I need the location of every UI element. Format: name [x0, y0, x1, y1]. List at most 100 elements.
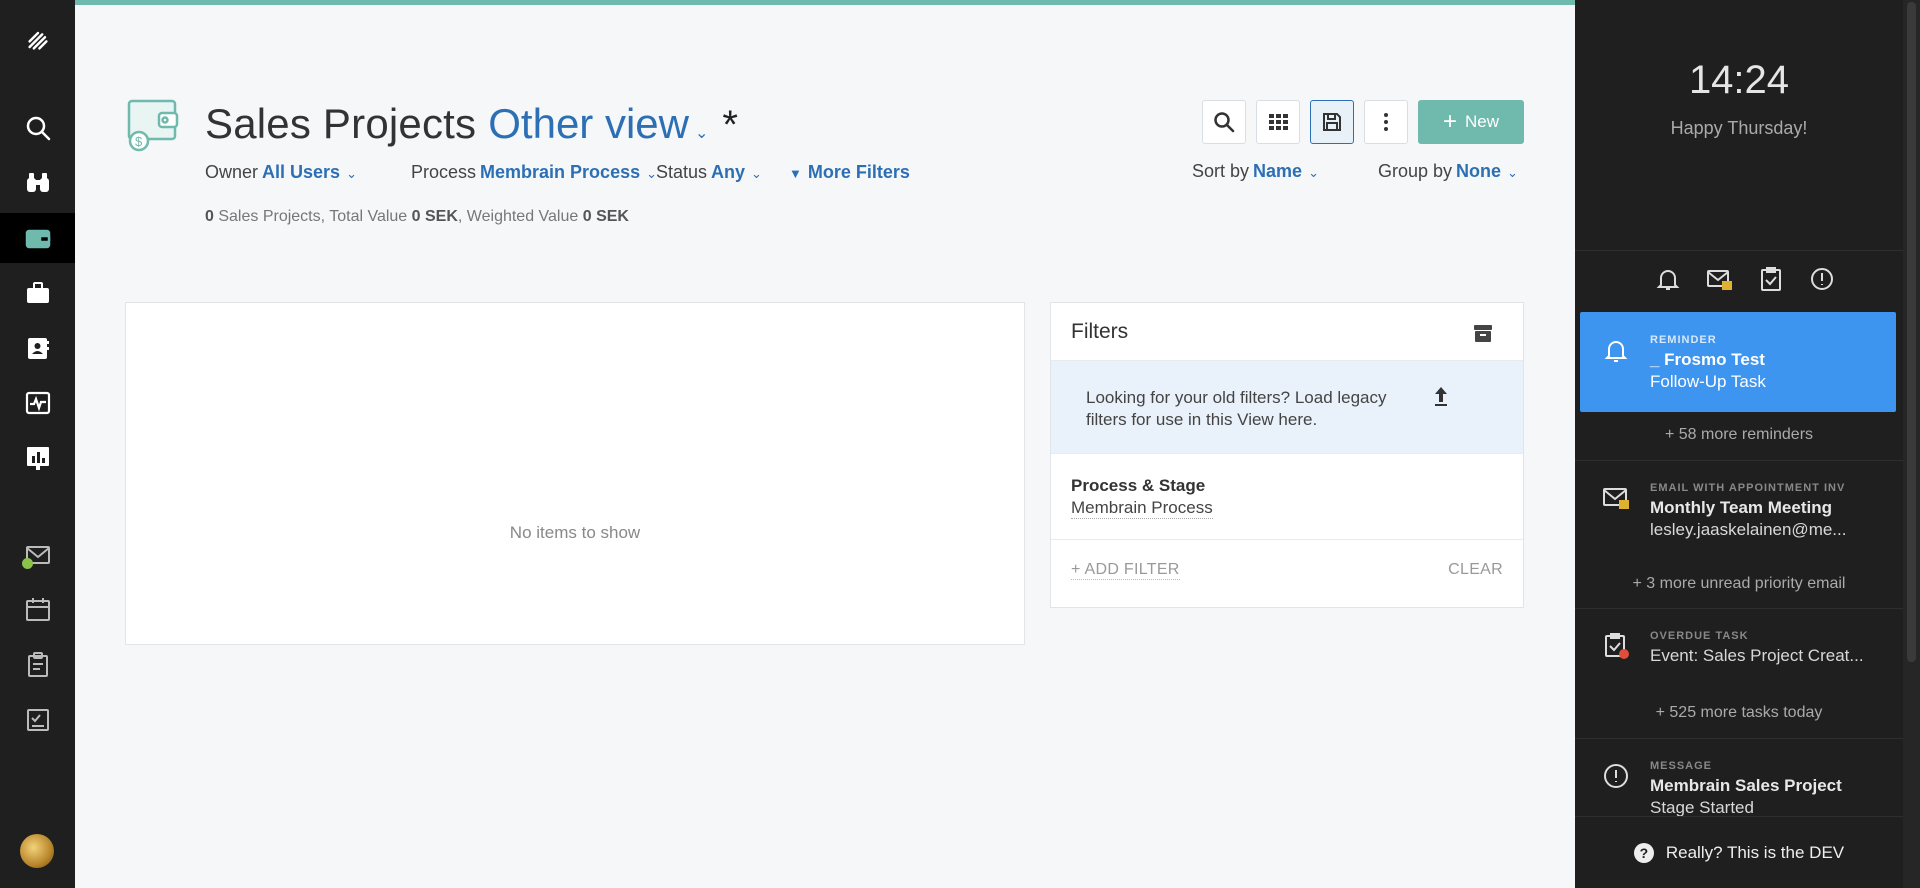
card-type: OVERDUE TASK	[1650, 630, 1749, 642]
owner-filter-label: Owner	[205, 162, 259, 182]
more-filters-label[interactable]: More Filters	[808, 162, 910, 182]
filters-panel-title: Filters	[1071, 320, 1129, 343]
card-title: _ Frosmo Test	[1650, 350, 1765, 369]
legacy-filters-notice[interactable]: Looking for your old filters? Load legac…	[1051, 361, 1523, 454]
email-card[interactable]: EMAIL WITH APPOINTMENT INV Monthly Team …	[1580, 470, 1896, 570]
new-button[interactable]: + New	[1418, 100, 1524, 144]
status-dot	[22, 558, 33, 569]
results-list: No items to show	[125, 302, 1025, 645]
task-check-icon[interactable]	[1758, 266, 1784, 292]
process-filter-value[interactable]: Membrain Process	[480, 162, 640, 182]
process-stage-title: Process & Stage	[1071, 476, 1206, 495]
bell-icon[interactable]	[1655, 266, 1681, 292]
process-filter-label: Process	[411, 162, 477, 182]
chevron-down-icon[interactable]: ⌄	[346, 166, 357, 181]
funnel-icon: ▼	[789, 166, 802, 181]
mail-icon[interactable]	[0, 530, 75, 580]
columns-button[interactable]	[1256, 100, 1300, 144]
chevron-down-icon[interactable]: ⌄	[1507, 165, 1518, 180]
legacy-filters-text: Looking for your old filters? Load legac…	[1086, 388, 1387, 429]
notification-filter-icons	[1655, 266, 1835, 292]
page-title: Sales Projects	[205, 100, 477, 147]
group-control[interactable]: Group by None ⌄	[1378, 161, 1518, 182]
process-filter[interactable]: Process Membrain Process ⌄	[411, 162, 657, 183]
status-filter[interactable]: Status Any ⌄	[656, 162, 762, 183]
process-stage-value[interactable]: Membrain Process	[1071, 498, 1213, 519]
card-subtitle: Stage Started	[1650, 798, 1754, 817]
upload-icon[interactable]	[1431, 385, 1451, 407]
contacts-icon[interactable]	[0, 323, 75, 373]
unsaved-marker: *	[722, 103, 738, 147]
status-filter-value[interactable]: Any	[711, 162, 745, 182]
view-selector[interactable]: Other view	[488, 100, 689, 148]
clipboard-icon[interactable]	[0, 640, 75, 690]
clear-filters-button[interactable]: CLEAR	[1448, 561, 1503, 579]
scrollbar-thumb[interactable]	[1907, 2, 1916, 662]
filters-panel: Filters Looking for your old filters? Lo…	[1050, 302, 1524, 608]
logo-icon[interactable]	[0, 15, 75, 65]
activity-icon[interactable]	[0, 378, 75, 428]
group-by-value[interactable]: None	[1456, 161, 1501, 181]
info-icon[interactable]	[1809, 266, 1835, 292]
reminder-card[interactable]: REMINDER _ Frosmo Test Follow-Up Task	[1580, 312, 1896, 412]
divider	[1575, 608, 1903, 609]
more-filters-button[interactable]: ▼ More Filters	[789, 162, 910, 183]
filters-panel-footer: + ADD FILTER CLEAR	[1051, 540, 1523, 606]
card-subtitle: Follow-Up Task	[1650, 372, 1766, 391]
dev-environment-footer[interactable]: ? Really? This is the DEV	[1575, 816, 1903, 888]
checklist-icon[interactable]	[0, 695, 75, 745]
chevron-down-icon[interactable]: ⌄	[1308, 165, 1319, 180]
owner-filter[interactable]: Owner All Users ⌄	[205, 162, 357, 183]
chevron-down-icon[interactable]: ⌄	[695, 123, 708, 143]
add-filter-button[interactable]: + ADD FILTER	[1071, 561, 1180, 580]
main-content: $ Sales Projects Other view ⌄ * Owner All…	[75, 5, 1575, 888]
archive-box-icon[interactable]	[1471, 321, 1495, 345]
project-count: 0	[205, 208, 214, 225]
sales-project-wallet-icon: $	[125, 95, 185, 155]
sort-control[interactable]: Sort by Name ⌄	[1192, 161, 1319, 182]
owner-filter-value[interactable]: All Users	[262, 162, 340, 182]
scrollbar[interactable]	[1903, 0, 1920, 888]
summary-line: 0 Sales Projects, Total Value 0 SEK, Wei…	[205, 208, 629, 226]
divider	[1575, 738, 1903, 739]
more-reminders-link[interactable]: + 58 more reminders	[1575, 426, 1903, 444]
card-subtitle: Event: Sales Project Creat...	[1650, 646, 1864, 665]
process-stage-filter[interactable]: Process & Stage Membrain Process	[1051, 454, 1523, 540]
locked-mail-icon	[1602, 484, 1630, 512]
left-navigation	[0, 0, 75, 888]
sort-by-value[interactable]: Name	[1253, 161, 1302, 181]
avatar[interactable]	[20, 834, 54, 868]
bell-icon	[1602, 336, 1630, 364]
clock: 14:24	[1688, 58, 1790, 102]
total-value: 0 SEK	[411, 208, 458, 225]
card-subtitle: lesley.jaaskelainen@me...	[1650, 520, 1847, 539]
calendar-icon[interactable]	[0, 585, 75, 635]
new-button-label: New	[1465, 112, 1500, 131]
wallet-icon[interactable]	[0, 213, 75, 263]
save-view-button[interactable]	[1310, 100, 1354, 144]
page-header: Sales Projects Other view ⌄ *	[205, 100, 738, 148]
question-icon: ?	[1633, 842, 1654, 863]
divider	[1575, 460, 1903, 461]
count-label: Sales Projects, Total Value	[218, 208, 408, 225]
group-by-label: Group by	[1378, 161, 1453, 181]
card-title: Monthly Team Meeting	[1650, 498, 1832, 517]
search-button[interactable]	[1202, 100, 1246, 144]
more-options-button[interactable]	[1364, 100, 1408, 144]
card-type: MESSAGE	[1650, 760, 1713, 772]
more-emails-link[interactable]: + 3 more unread priority email	[1575, 575, 1903, 593]
binoculars-icon[interactable]	[0, 158, 75, 208]
briefcase-icon[interactable]	[0, 268, 75, 318]
overdue-task-card[interactable]: OVERDUE TASK Event: Sales Project Creat.…	[1580, 618, 1896, 698]
report-icon[interactable]	[0, 433, 75, 483]
filters-panel-header: Filters	[1051, 303, 1523, 361]
more-tasks-link[interactable]: + 525 more tasks today	[1575, 704, 1903, 722]
task-overdue-icon	[1602, 632, 1630, 660]
search-icon[interactable]	[0, 103, 75, 153]
footer-text: Really? This is the DEV	[1665, 842, 1845, 862]
message-card[interactable]: MESSAGE Membrain Sales Project Stage Sta…	[1580, 748, 1896, 818]
greeting: Happy Thursday!	[1670, 118, 1808, 138]
chevron-down-icon[interactable]: ⌄	[751, 166, 762, 181]
notification-panel: 14:24 Happy Thursday! REMINDER _ Frosmo …	[1575, 0, 1920, 888]
locked-mail-icon[interactable]	[1706, 266, 1733, 292]
